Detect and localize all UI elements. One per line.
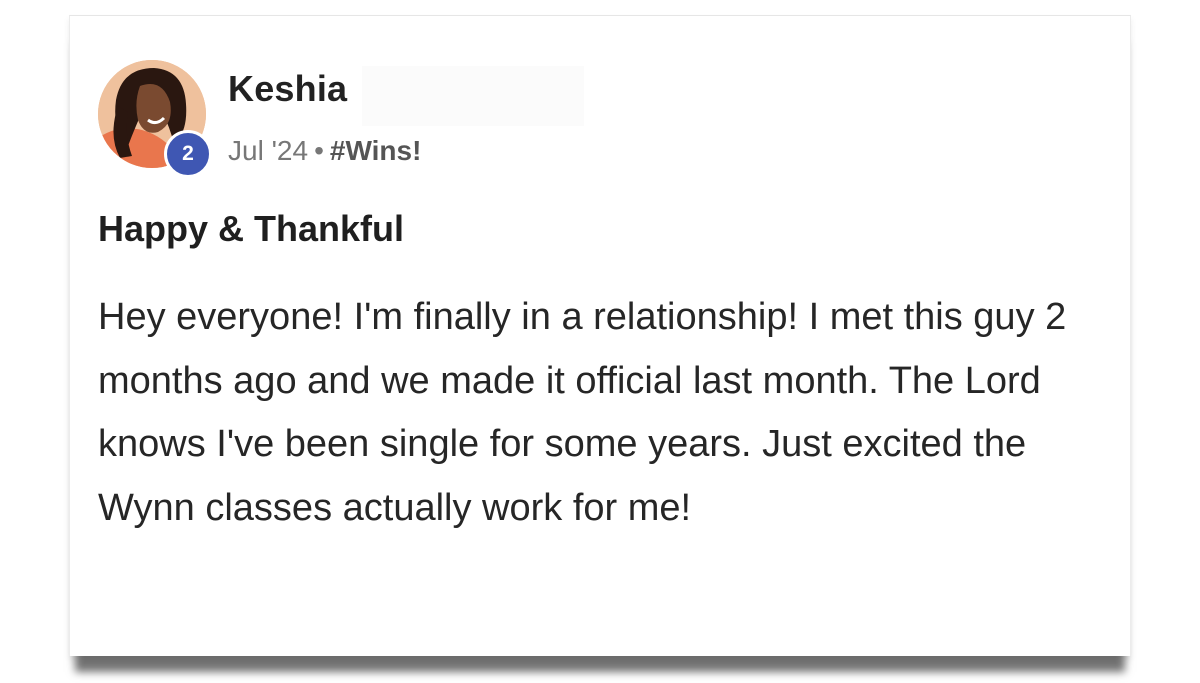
level-badge: 2 — [164, 130, 212, 178]
post-body: Hey everyone! I'm finally in a relations… — [98, 296, 1067, 529]
screenshot-canvas: 2 Keshia Jul '24 • #Wins! Happy & Thankful… — [0, 0, 1200, 683]
meta-separator: • — [314, 135, 324, 166]
category-link[interactable]: #Wins! — [330, 135, 422, 166]
post-date[interactable]: Jul '24 — [228, 135, 308, 166]
author-name-link[interactable]: Keshia — [228, 68, 347, 110]
name-redaction — [362, 66, 584, 126]
post-title[interactable]: Happy & Thankful — [98, 208, 404, 250]
post-meta: Jul '24 • #Wins! — [228, 135, 421, 167]
post-card: 2 Keshia Jul '24 • #Wins! Happy & Thankful… — [69, 15, 1131, 656]
author-avatar-group[interactable]: 2 — [98, 60, 212, 178]
